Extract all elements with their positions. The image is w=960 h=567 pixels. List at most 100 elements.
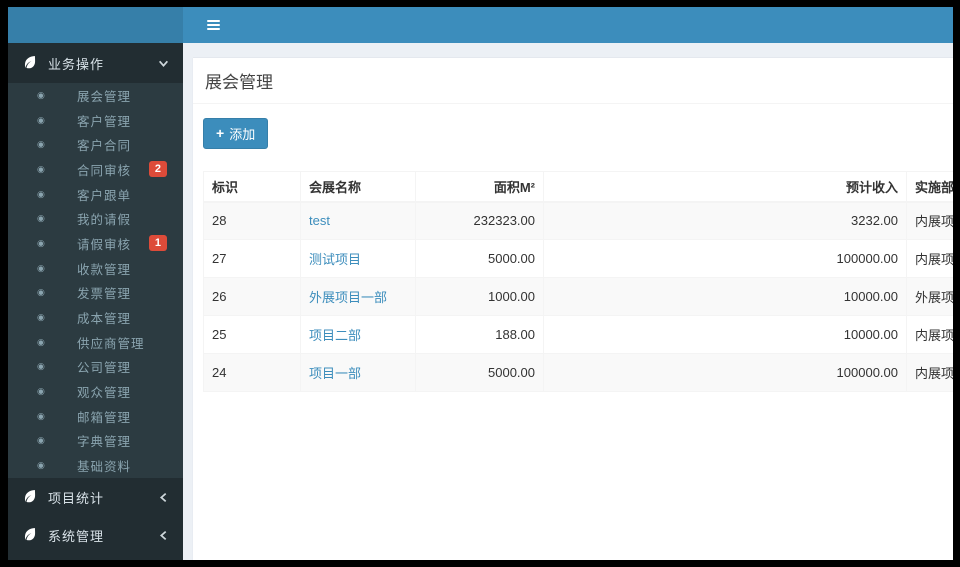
table-header-row: 标识 会展名称 面积M² 预计收入 实施部门 xyxy=(203,171,953,203)
cell-income: 3232.00 xyxy=(543,201,907,240)
leaf-icon xyxy=(23,55,39,71)
leaf-icon xyxy=(23,489,39,505)
box-header: 展会管理 xyxy=(193,58,953,104)
logo-area[interactable] xyxy=(8,7,183,43)
sidebar-item-label: 字典管理 xyxy=(77,435,132,450)
sidebar-item-label: 展会管理 xyxy=(77,89,132,104)
hamburger-bar xyxy=(206,20,220,22)
chevron-left-icon xyxy=(158,530,169,541)
plus-icon: + xyxy=(216,125,225,141)
cell-dept: 内展项目部 xyxy=(906,239,953,278)
sidebar-item-label: 客户合同 xyxy=(77,139,132,154)
add-button[interactable]: + 添加 xyxy=(203,118,269,149)
sidebar-item-label: 公司管理 xyxy=(77,361,132,376)
sidebar-item-label: 供应商管理 xyxy=(77,336,145,351)
sidebar-section-project-stats[interactable]: 项目统计 xyxy=(8,478,183,516)
cell-dept: 外展项目部 xyxy=(906,277,953,316)
sidebar-item-label: 请假审核 xyxy=(77,237,132,252)
exhibition-link[interactable]: 外展项目一部 xyxy=(309,290,387,305)
exhibition-link[interactable]: 测试项目 xyxy=(309,252,361,267)
circle-dot-icon: ◉ xyxy=(37,213,45,224)
cell-area: 1000.00 xyxy=(415,277,544,316)
sidebar-item-label: 成本管理 xyxy=(77,312,132,327)
cell-area: 5000.00 xyxy=(415,239,544,278)
column-header-name: 会展名称 xyxy=(300,171,416,203)
sidebar-section-business-ops[interactable]: 业务操作 xyxy=(8,43,183,83)
column-header-area: 面积M² xyxy=(415,171,544,203)
circle-dot-icon: ◉ xyxy=(37,139,45,150)
hamburger-bar xyxy=(206,24,220,26)
leaf-icon xyxy=(23,527,39,543)
column-header-income: 预计收入 xyxy=(543,171,907,203)
cell-name: 项目二部 xyxy=(300,315,416,354)
sidebar-item-mailbox-mgmt[interactable]: ◉ 邮箱管理 xyxy=(8,404,183,429)
sidebar-item-company-mgmt[interactable]: ◉ 公司管理 xyxy=(8,355,183,380)
notification-badge: 1 xyxy=(148,235,167,252)
sidebar-item-supplier-mgmt[interactable]: ◉ 供应商管理 xyxy=(8,330,183,355)
cell-id: 27 xyxy=(203,239,301,278)
sidebar-section-system-mgmt[interactable]: 系统管理 xyxy=(8,516,183,554)
sidebar-item-invoice-mgmt[interactable]: ◉ 发票管理 xyxy=(8,281,183,306)
sidebar-section-label: 系统管理 xyxy=(48,528,105,544)
exhibition-link[interactable]: 项目二部 xyxy=(309,328,361,343)
cell-dept: 内展项目部 xyxy=(906,201,953,240)
cell-id: 26 xyxy=(203,277,301,316)
cell-id: 28 xyxy=(203,201,301,240)
sidebar-item-contract-review[interactable]: ◉ 合同审核 2 xyxy=(8,157,183,182)
sidebar-item-label: 观众管理 xyxy=(77,386,132,401)
circle-dot-icon: ◉ xyxy=(37,262,45,273)
cell-name: test xyxy=(300,201,416,240)
sidebar-item-payment-mgmt[interactable]: ◉ 收款管理 xyxy=(8,256,183,281)
column-header-dept: 实施部门 xyxy=(906,171,953,203)
hamburger-bar xyxy=(206,28,220,30)
chevron-down-icon xyxy=(158,58,169,69)
sidebar-section-label: 项目统计 xyxy=(48,490,105,506)
cell-name: 测试项目 xyxy=(300,239,416,278)
circle-dot-icon: ◉ xyxy=(37,460,45,471)
notification-badge: 2 xyxy=(148,161,167,178)
sidebar-item-label: 基础资料 xyxy=(77,460,132,475)
table-row: 25 项目二部 188.00 10000.00 内展项目部 xyxy=(203,315,953,354)
column-header-id: 标识 xyxy=(203,171,301,203)
exhibitions-table: 标识 会展名称 面积M² 预计收入 实施部门 28 test 232323.00 xyxy=(203,171,953,392)
table-row: 27 测试项目 5000.00 100000.00 内展项目部 xyxy=(203,239,953,278)
sidebar: 业务操作 ◉ 展会管理 ◉ 客户管理 ◉ 客户合同 ◉ 合同审核 2 ◉ 客户跟单 ◉ 我的请… xyxy=(8,43,183,560)
circle-dot-icon: ◉ xyxy=(37,114,45,125)
circle-dot-icon: ◉ xyxy=(37,435,45,446)
sidebar-item-audience-mgmt[interactable]: ◉ 观众管理 xyxy=(8,379,183,404)
sidebar-item-customer-followup[interactable]: ◉ 客户跟单 xyxy=(8,182,183,207)
cell-area: 232323.00 xyxy=(415,201,544,240)
page-title: 展会管理 xyxy=(205,73,273,92)
top-navbar xyxy=(8,7,953,43)
cell-dept: 内展项目部 xyxy=(906,315,953,354)
sidebar-item-cost-mgmt[interactable]: ◉ 成本管理 xyxy=(8,305,183,330)
circle-dot-icon: ◉ xyxy=(37,188,45,199)
sidebar-item-basic-data[interactable]: ◉ 基础资料 xyxy=(8,453,183,478)
sidebar-submenu: ◉ 展会管理 ◉ 客户管理 ◉ 客户合同 ◉ 合同审核 2 ◉ 客户跟单 ◉ 我的请假 ◉ 请假… xyxy=(8,83,183,478)
table-row: 28 test 232323.00 3232.00 内展项目部 xyxy=(203,201,953,240)
sidebar-item-exhibition-mgmt[interactable]: ◉ 展会管理 xyxy=(8,83,183,108)
exhibition-link[interactable]: test xyxy=(309,213,330,228)
sidebar-item-label: 客户管理 xyxy=(77,114,132,129)
cell-income: 100000.00 xyxy=(543,353,907,392)
sidebar-item-customer-contract[interactable]: ◉ 客户合同 xyxy=(8,132,183,157)
chevron-left-icon xyxy=(158,492,169,503)
box-body: + 添加 标识 会展名称 面积M² 预计收入 实施部门 xyxy=(193,104,953,402)
sidebar-item-customer-mgmt[interactable]: ◉ 客户管理 xyxy=(8,108,183,133)
circle-dot-icon: ◉ xyxy=(37,287,45,298)
sidebar-item-label: 客户跟单 xyxy=(77,188,132,203)
sidebar-item-my-leave[interactable]: ◉ 我的请假 xyxy=(8,206,183,231)
sidebar-item-dictionary-mgmt[interactable]: ◉ 字典管理 xyxy=(8,429,183,454)
sidebar-section-label: 业务操作 xyxy=(48,56,105,72)
circle-dot-icon: ◉ xyxy=(37,336,45,347)
sidebar-item-leave-review[interactable]: ◉ 请假审核 1 xyxy=(8,231,183,256)
cell-dept: 内展项目部 xyxy=(906,353,953,392)
circle-dot-icon: ◉ xyxy=(37,312,45,323)
table-row: 24 项目一部 5000.00 100000.00 内展项目部 xyxy=(203,353,953,392)
cell-name: 外展项目一部 xyxy=(300,277,416,316)
cell-income: 100000.00 xyxy=(543,239,907,278)
exhibition-link[interactable]: 项目一部 xyxy=(309,366,361,381)
circle-dot-icon: ◉ xyxy=(37,89,45,100)
hamburger-icon[interactable] xyxy=(196,7,230,43)
cell-income: 10000.00 xyxy=(543,277,907,316)
